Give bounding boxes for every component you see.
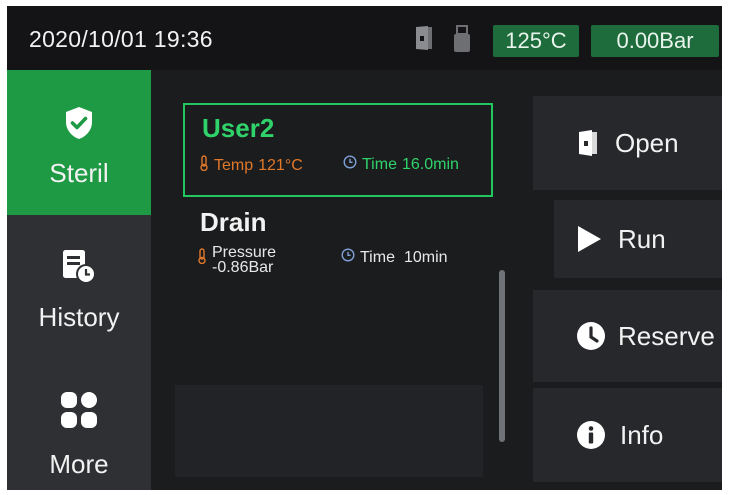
time-param: Time 10min [341,248,448,267]
run-label: Run [618,223,666,254]
temp-param: Temp 121°C [199,155,303,176]
apps-grid-icon [60,391,98,434]
play-icon [576,225,602,253]
thermometer-icon [199,155,209,176]
run-button[interactable]: Run [554,200,722,278]
time-param: Time 16.0min [343,155,459,174]
clock-icon [343,155,357,174]
info-icon [576,420,606,450]
program-card-drain[interactable]: Drain Pressure -0.86Bar Time 10min [183,201,493,293]
temp-label: Temp [214,156,254,174]
door-icon [414,25,434,56]
info-button[interactable]: Info [533,388,722,482]
action-panel: Open Run Reserve Info [521,70,722,490]
status-bar: 2020/10/01 19:36 125°C 0.00Bar [7,6,722,70]
usb-icon [453,25,471,58]
sidebar-item-label: More [49,449,109,479]
pressure-badge: 0.00Bar [591,25,719,57]
empty-program-slot [175,385,483,477]
sidebar-item-steril[interactable]: Steril [7,70,151,215]
history-icon [61,249,97,290]
program-name: Drain [200,207,267,237]
door-icon [577,129,599,157]
time-value: 10min [403,248,448,266]
thermometer-icon [197,248,207,269]
temperature-badge: 125°C [493,25,579,57]
sidebar-item-label: Steril [49,158,109,188]
pressure-value: -0.86Bar [212,259,274,276]
temp-value: 121°C [258,156,303,174]
sidebar-item-label: History [38,302,120,332]
sidebar: Steril History More [7,70,151,490]
pressure-label: Pressure [212,244,277,261]
clock-icon [576,321,606,351]
date-time: 2020/10/01 19:36 [29,26,213,52]
time-label: Time [360,248,395,266]
autoclave-screen: 2020/10/01 19:36 125°C 0.00Bar Steril Hi… [7,6,722,490]
sidebar-item-more[interactable]: More [7,355,151,490]
time-value: 16.0min [401,155,459,173]
program-list: User2 Temp 121°C Time 16.0min Drain Pres… [151,70,521,490]
list-scrollbar[interactable] [499,270,505,442]
reserve-label: Reserve [618,320,715,351]
program-name: User2 [202,113,275,143]
shield-check-icon [64,106,94,145]
open-button[interactable]: Open [533,96,722,190]
open-label: Open [615,127,679,158]
reserve-button[interactable]: Reserve [533,290,722,382]
program-card-user2[interactable]: User2 Temp 121°C Time 16.0min [183,103,493,197]
info-label: Info [620,419,664,450]
time-label: Time [362,155,397,173]
sidebar-item-history[interactable]: History [7,215,151,355]
pressure-param: Pressure -0.86Bar [197,244,277,276]
clock-icon [341,248,355,267]
